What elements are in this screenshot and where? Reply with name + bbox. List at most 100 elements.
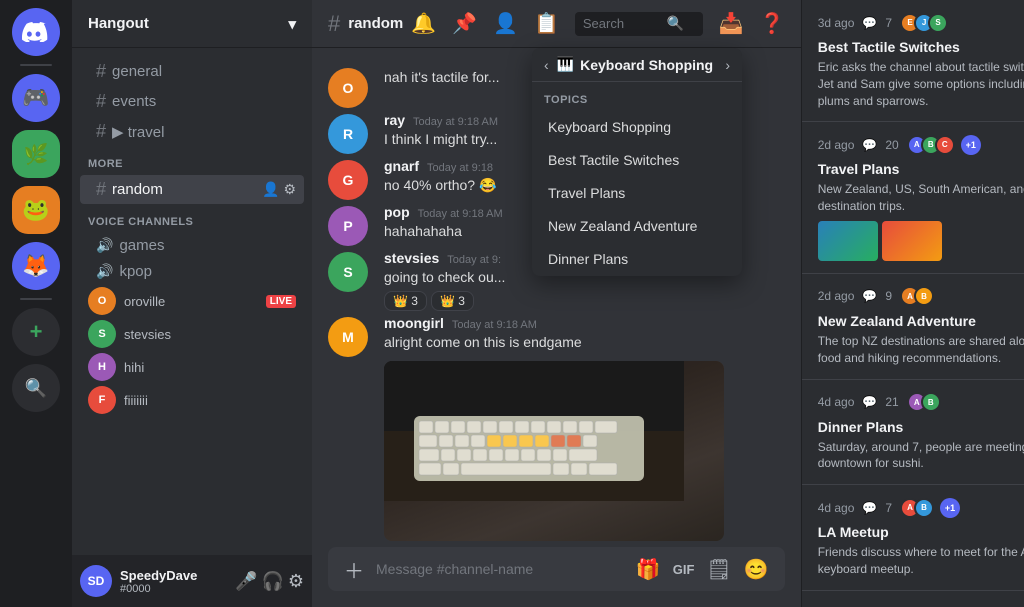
add-member-icon[interactable]: 👤 bbox=[262, 181, 279, 198]
threads-icon[interactable]: 📋 bbox=[534, 11, 559, 36]
channel-item-games[interactable]: 🔊 games bbox=[80, 233, 304, 258]
thread-item-dinner[interactable]: 4d ago 💬 21 A B ••• Dinner Plans Saturda… bbox=[802, 380, 1024, 486]
thread-meta: 3d ago 💬 7 E J S ••• bbox=[818, 12, 1024, 33]
channel-name-random: random bbox=[112, 181, 163, 198]
speaker-icon: 🔊 bbox=[96, 263, 113, 280]
thread-item-travel[interactable]: 2d ago 💬 20 A B C +1 ••• Travel Plans Ne… bbox=[802, 122, 1024, 274]
search-input[interactable] bbox=[583, 16, 663, 31]
discover-button[interactable]: 🔍 bbox=[12, 364, 60, 412]
thread-item-la[interactable]: 4d ago 💬 7 A B +1 ••• LA Meetup Friends … bbox=[802, 485, 1024, 591]
topic-keyboard-shopping[interactable]: Keyboard Shopping bbox=[536, 111, 738, 143]
avatar: S bbox=[928, 13, 948, 33]
topic-dinner-plans[interactable]: Dinner Plans bbox=[536, 243, 738, 275]
mute-icon[interactable]: 🎤 bbox=[235, 571, 257, 592]
message-time: Today at 9:18 AM bbox=[413, 116, 498, 128]
server-icon-4[interactable]: 🦊 bbox=[12, 242, 60, 290]
footer-username: SpeedyDave bbox=[120, 568, 227, 583]
channel-hash-icon: # bbox=[328, 11, 340, 37]
server-divider-2 bbox=[20, 298, 52, 300]
settings-icon[interactable]: ⚙ bbox=[283, 181, 296, 198]
comment-icon: 💬 bbox=[862, 501, 877, 515]
thread-meta: 2d ago 💬 20 A B C +1 ••• bbox=[818, 134, 1024, 155]
discord-home-button[interactable] bbox=[12, 8, 60, 56]
settings-icon[interactable]: ⚙ bbox=[288, 571, 304, 592]
thread-time: 2d ago bbox=[818, 138, 855, 152]
voice-users-list: O oroville LIVE S stevsies H hihi F fiii… bbox=[72, 285, 312, 416]
thread-description: Eric asks the channel about tactile swit… bbox=[818, 59, 1024, 109]
avatar: H bbox=[88, 353, 116, 381]
category-more-label: MORE bbox=[88, 158, 123, 170]
category-voice-label: VOICE CHANNELS bbox=[88, 216, 193, 228]
category-more[interactable]: MORE bbox=[72, 154, 312, 174]
channel-item-random[interactable]: # random 👤 ⚙ bbox=[80, 175, 304, 204]
server-divider bbox=[20, 64, 52, 66]
channel-item-general[interactable]: # general bbox=[80, 57, 304, 86]
message-time: Today at 9:18 AM bbox=[418, 208, 503, 220]
thread-image-thumb bbox=[818, 221, 878, 261]
topic-travel-plans[interactable]: Travel Plans bbox=[536, 177, 738, 209]
chat-input-area: ＋ 🎁 GIF 🗒 😊 bbox=[312, 547, 801, 607]
gif-icon[interactable]: GIF bbox=[673, 562, 695, 577]
hash-icon: # bbox=[96, 179, 106, 200]
voice-user-fiiiiiii[interactable]: F fiiiiiii bbox=[80, 384, 304, 416]
reaction-crown[interactable]: 👑 3 bbox=[384, 291, 427, 311]
message-time: Today at 9:18 AM bbox=[452, 319, 537, 331]
thread-avatars: A B bbox=[900, 286, 928, 306]
voice-user-oroville[interactable]: O oroville LIVE bbox=[80, 285, 304, 317]
voice-user-hihi[interactable]: H hihi bbox=[80, 351, 304, 383]
server-icon-1[interactable]: 🎮 bbox=[12, 74, 60, 122]
message-input[interactable] bbox=[376, 561, 624, 577]
chat-header-actions: 🔔 📌 👤 📋 🔍 📥 ❓ bbox=[411, 11, 784, 36]
thread-title: Best Tactile Switches bbox=[818, 39, 1024, 55]
topic-best-tactile-switches[interactable]: Best Tactile Switches bbox=[536, 144, 738, 176]
reaction-crown2[interactable]: 👑 3 bbox=[431, 291, 474, 311]
chat-channel-name: random bbox=[348, 15, 403, 32]
topic-new-zealand-adventure[interactable]: New Zealand Adventure bbox=[536, 210, 738, 242]
help-icon[interactable]: ❓ bbox=[760, 11, 785, 36]
members-icon[interactable]: 👤 bbox=[493, 11, 518, 36]
server-icon-2[interactable]: 🌿 bbox=[12, 130, 60, 178]
inbox-icon[interactable]: 📥 bbox=[719, 11, 744, 36]
server-icon-3[interactable]: 🐸 bbox=[12, 186, 60, 234]
channel-item-kpop[interactable]: 🔊 kpop bbox=[80, 259, 304, 284]
channel-item-travel[interactable]: # ▶ travel bbox=[80, 117, 304, 146]
dropdown-back-button[interactable]: ‹ bbox=[544, 57, 549, 73]
thread-item-nz[interactable]: 2d ago 💬 9 A B ••• New Zealand Adventure… bbox=[802, 274, 1024, 380]
chat-header: # random 🔔 📌 👤 📋 🔍 📥 ❓ bbox=[312, 0, 801, 48]
channel-item-events[interactable]: # events bbox=[80, 87, 304, 116]
sidebar-header[interactable]: Hangout ▾ bbox=[72, 0, 312, 48]
search-bar[interactable]: 🔍 bbox=[575, 12, 703, 36]
avatar: O bbox=[328, 68, 368, 108]
comment-icon: 💬 bbox=[862, 395, 877, 409]
voice-user-stevsies[interactable]: S stevsies bbox=[80, 318, 304, 350]
message-author: pop bbox=[384, 204, 410, 220]
footer-user-info: SpeedyDave #0000 bbox=[120, 568, 227, 595]
hash-icon: # bbox=[96, 121, 106, 142]
pin-icon[interactable]: 📌 bbox=[452, 11, 477, 36]
gift-icon[interactable]: 🎁 bbox=[636, 557, 661, 582]
thread-time: 2d ago bbox=[818, 289, 855, 303]
footer-discriminator: #0000 bbox=[120, 583, 227, 595]
message-row: M moongirl Today at 9:18 AM alright come… bbox=[312, 313, 801, 542]
server-dropdown-icon[interactable]: ▾ bbox=[288, 15, 296, 33]
add-server-button[interactable]: + bbox=[12, 308, 60, 356]
dropdown-expand-icon[interactable]: › bbox=[725, 57, 730, 73]
bell-icon[interactable]: 🔔 bbox=[411, 11, 436, 36]
thread-reply-count: 9 bbox=[885, 289, 892, 303]
sticker-icon[interactable]: 🗒 bbox=[706, 557, 731, 582]
avatar: C bbox=[935, 135, 955, 155]
deafen-icon[interactable]: 🎧 bbox=[261, 571, 283, 592]
topics-dropdown: ‹ 🎹 Keyboard Shopping › TOPICS Keyboard … bbox=[532, 48, 742, 276]
hash-icon: # bbox=[96, 61, 106, 82]
thread-item-tactile[interactable]: 3d ago 💬 7 E J S ••• Best Tactile Switch… bbox=[802, 0, 1024, 122]
thread-time: 4d ago bbox=[818, 501, 855, 515]
add-file-icon[interactable]: ＋ bbox=[344, 555, 364, 584]
category-voice[interactable]: VOICE CHANNELS bbox=[72, 212, 312, 232]
dropdown-icon: 🎹 bbox=[557, 56, 574, 73]
live-badge: LIVE bbox=[266, 295, 296, 308]
reactions: 👑 3 👑 3 bbox=[384, 291, 785, 311]
message-content: moongirl Today at 9:18 AM alright come o… bbox=[384, 315, 785, 540]
thread-avatars: A B bbox=[907, 392, 935, 412]
thread-reply-count: 7 bbox=[885, 16, 892, 30]
emoji-icon[interactable]: 😊 bbox=[744, 557, 769, 582]
